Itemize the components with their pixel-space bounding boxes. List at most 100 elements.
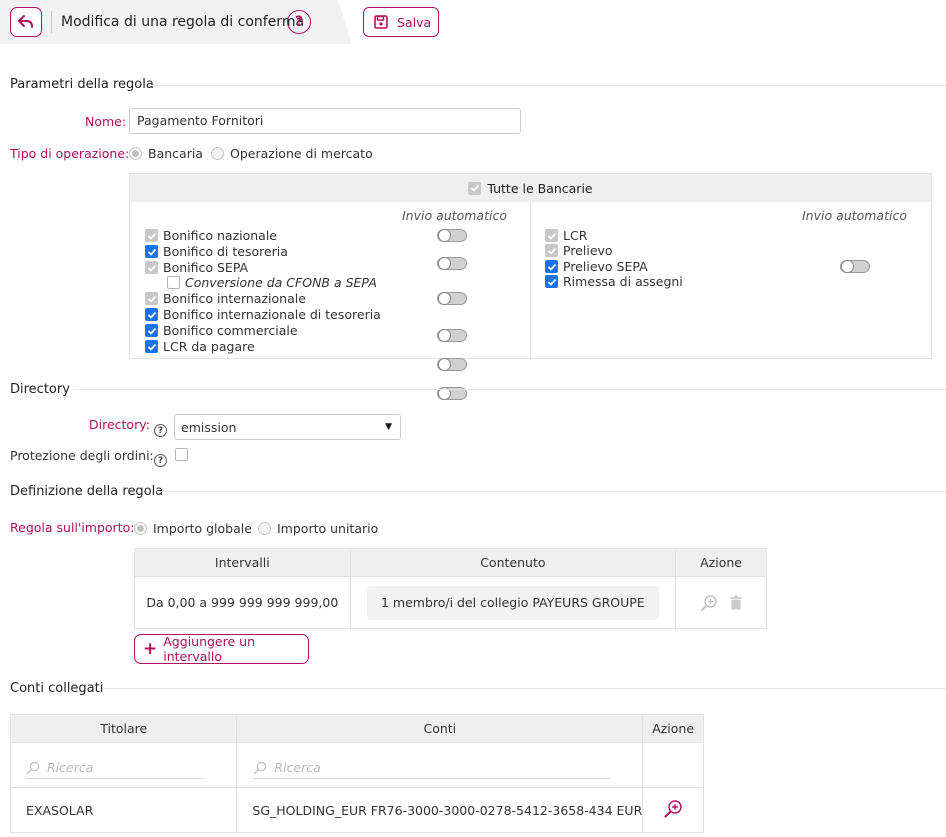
operation-label: Rimessa di assegni (563, 274, 683, 289)
operation-item[interactable]: Bonifico SEPA (145, 260, 248, 275)
operation-item[interactable]: Prelievo SEPA (545, 259, 648, 274)
operation-item[interactable]: Bonifico nazionale (145, 228, 277, 243)
operation-item[interactable]: LCR (545, 228, 587, 243)
invio-automatico-toggle[interactable] (437, 229, 467, 242)
interval-cell: Da 0,00 a 999 999 999 999,00 (134, 576, 351, 629)
content-cell: 1 membro/i del collegio PAYEURS GROUPE (349, 576, 677, 629)
column-header-content: Contenuto (349, 548, 677, 577)
radio-label: Importo globale (153, 521, 252, 536)
operation-checkbox[interactable] (145, 245, 158, 258)
radio-button[interactable] (258, 522, 271, 535)
accounts-table: Titolare Conti Azione Ricerca Ricerca EX… (9, 714, 704, 833)
operation-checkbox[interactable] (145, 229, 158, 242)
operation-item[interactable]: Bonifico di tesoreria (145, 244, 288, 259)
operation-item[interactable]: Conversione da CFONB a SEPA (167, 275, 377, 290)
filter-row: Ricerca Ricerca (9, 742, 704, 788)
operation-label: Bonifico internazionale di tesoreria (163, 307, 381, 322)
operation-label: Bonifico SEPA (163, 260, 249, 275)
operation-checkbox[interactable] (145, 324, 158, 337)
section-divider (103, 688, 946, 689)
radio-label: Bancaria (148, 146, 203, 161)
intervals-table: Intervalli Contenuto Azione Da 0,00 a 99… (134, 548, 767, 629)
operation-label: Bonifico internazionale (163, 291, 306, 306)
zoom-in-icon[interactable] (700, 594, 718, 612)
invio-automatico-header-left: Invio automatico (402, 208, 507, 223)
section-title-directory: Directory (10, 382, 70, 397)
op-type-radio-mercato[interactable]: Operazione di mercato (211, 146, 373, 161)
section-title-definition: Definizione della regola (10, 484, 164, 499)
all-bancarie-checkbox[interactable] (468, 181, 482, 195)
operation-item[interactable]: Bonifico commerciale (145, 323, 298, 338)
content-pill[interactable]: 1 membro/i del collegio PAYEURS GROUPE (366, 585, 660, 620)
column-header-holder: Titolare (9, 714, 238, 743)
operation-checkbox[interactable] (545, 260, 558, 273)
amount-radio-global[interactable]: Importo globale (134, 521, 252, 536)
search-icon (254, 761, 267, 774)
filter-cell-accounts: Ricerca (236, 742, 644, 788)
invio-automatico-toggle[interactable] (437, 329, 467, 342)
trash-icon[interactable] (730, 595, 742, 610)
directory-select[interactable]: emission ▼ (174, 414, 401, 440)
back-arrow-icon (18, 15, 33, 28)
protection-help-icon[interactable]: ? (154, 454, 167, 467)
operation-checkbox[interactable] (145, 308, 158, 321)
section-divider (148, 85, 946, 86)
filter-cell-holder: Ricerca (9, 742, 238, 788)
protection-label: Protezione degli ordini: (10, 448, 154, 463)
invio-automatico-toggle[interactable] (437, 257, 467, 270)
operation-item[interactable]: Rimessa di assegni (545, 274, 683, 289)
radio-button[interactable] (211, 147, 224, 160)
name-input[interactable]: Pagamento Fornitori (129, 108, 521, 134)
operations-panel: Tutte le Bancarie Invio automatico Invio… (129, 173, 932, 400)
protection-checkbox[interactable] (175, 448, 188, 461)
radio-button[interactable] (129, 147, 142, 160)
zoom-in-icon[interactable] (663, 799, 683, 819)
column-header-action: Azione (675, 548, 767, 577)
save-icon (374, 15, 388, 29)
amount-radio-unit[interactable]: Importo unitario (258, 521, 378, 536)
operation-item[interactable]: Bonifico internazionale di tesoreria (145, 307, 381, 322)
operation-label: Prelievo (563, 243, 613, 258)
filter-cell-action (642, 742, 704, 788)
operation-checkbox[interactable] (145, 261, 158, 274)
invio-automatico-header-right: Invio automatico (802, 208, 907, 223)
holder-search-input[interactable]: Ricerca (26, 757, 205, 779)
op-type-radio-bancaria[interactable]: Bancaria (129, 146, 203, 161)
operation-checkbox[interactable] (545, 275, 558, 288)
invio-automatico-toggle[interactable] (437, 292, 467, 305)
search-placeholder: Ricerca (47, 760, 94, 775)
operation-checkbox[interactable] (145, 292, 158, 305)
section-divider (74, 389, 946, 390)
account-cell: SG_HOLDING_EUR FR76-3000-3000-0278-5412-… (236, 787, 644, 833)
directory-select-value: emission (181, 419, 237, 435)
operation-label: LCR (563, 228, 588, 243)
directory-help-icon[interactable]: ? (154, 424, 167, 437)
save-button[interactable]: Salva (363, 7, 439, 37)
accounts-search-input[interactable]: Ricerca (253, 757, 611, 779)
operation-item[interactable]: Bonifico internazionale (145, 291, 306, 306)
operation-label: Prelievo SEPA (563, 259, 648, 274)
back-button[interactable] (10, 7, 42, 37)
operations-header: Tutte le Bancarie (130, 174, 931, 202)
op-type-label: Tipo di operazione: (10, 146, 130, 161)
operation-item[interactable]: LCR da pagare (145, 339, 255, 354)
add-interval-button[interactable]: + Aggiungere un intervallo (134, 634, 309, 664)
operation-checkbox[interactable] (167, 276, 180, 289)
save-label: Salva (397, 14, 432, 30)
radio-label: Importo unitario (277, 521, 379, 536)
search-placeholder: Ricerca (274, 760, 321, 775)
add-interval-label: Aggiungere un intervallo (163, 634, 255, 664)
operation-checkbox[interactable] (545, 229, 558, 242)
operation-label: LCR da pagare (163, 339, 255, 354)
invio-automatico-toggle[interactable] (840, 260, 870, 273)
directory-label: Directory: (89, 417, 150, 432)
radio-button[interactable] (134, 522, 147, 535)
operation-checkbox[interactable] (545, 244, 558, 257)
operation-checkbox[interactable] (145, 340, 158, 353)
name-label: Nome: (85, 114, 127, 129)
action-cell (675, 576, 767, 629)
help-icon[interactable]: ? (287, 10, 311, 34)
page-title: Modifica di una regola di conferma (61, 14, 305, 30)
operation-item[interactable]: Prelievo (545, 243, 613, 258)
invio-automatico-toggle[interactable] (437, 358, 467, 371)
